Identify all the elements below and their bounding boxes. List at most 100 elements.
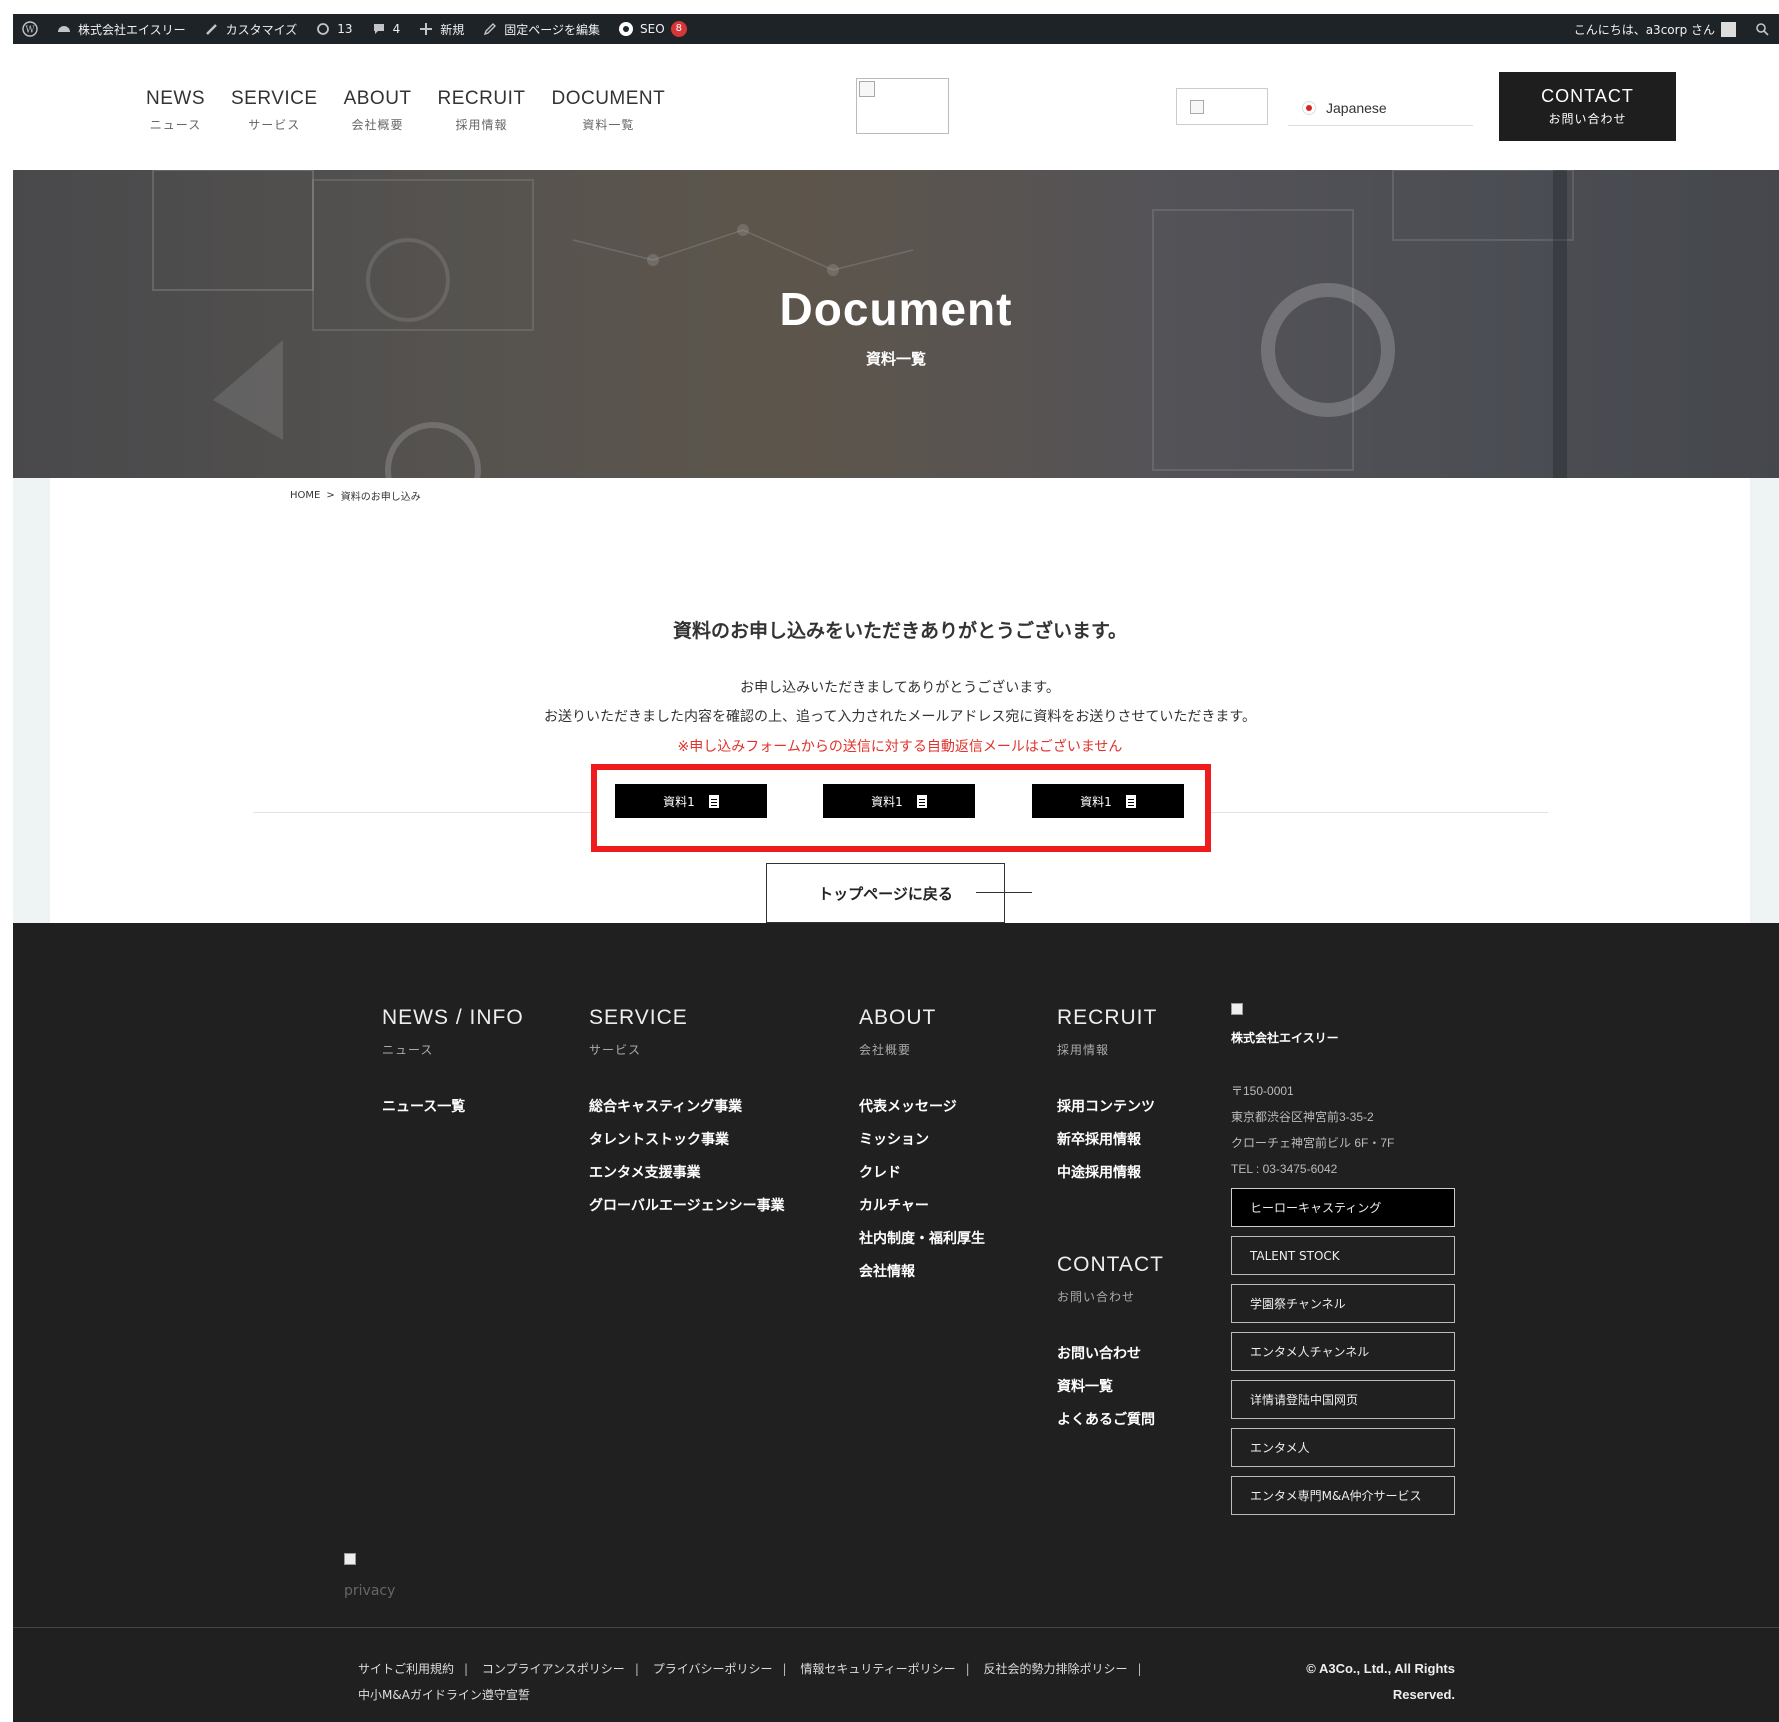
document-icon — [916, 794, 927, 808]
seo-label: SEO — [640, 22, 665, 36]
footer-policy-links: サイトご利用規約 | コンプライアンスポリシー | プライバシーポリシー | 情報セキ… — [358, 1656, 1218, 1708]
document-button-label: 資料1 — [1080, 794, 1112, 809]
footer-service-button[interactable]: ヒーローキャスティング — [1231, 1188, 1455, 1227]
footer-link[interactable]: 資料一覧 — [1057, 1376, 1164, 1396]
company-tel: TEL : 03-3475-6042 — [1231, 1162, 1338, 1176]
footer-link[interactable]: 中途採用情報 — [1057, 1162, 1157, 1182]
footer-link[interactable]: ニュース一覧 — [382, 1096, 524, 1116]
edit-page-menu[interactable]: 固定ページを編集 — [473, 14, 609, 44]
footer-service-button[interactable]: TALENT STOCK — [1231, 1236, 1455, 1275]
seo-count-badge: 8 — [670, 21, 688, 37]
footer-heading-en[interactable]: CONTACT — [1057, 1253, 1164, 1277]
plus-icon — [418, 21, 434, 37]
breadcrumb: HOME > 資料のお申し込み — [290, 488, 421, 503]
nav-label-ja: サービス — [248, 118, 301, 132]
new-content-menu[interactable]: 新規 — [409, 14, 473, 44]
footer-heading-en[interactable]: NEWS / INFO — [382, 1006, 524, 1030]
updates-menu[interactable]: 13 — [306, 14, 361, 44]
nav-label-ja: 会社概要 — [351, 118, 404, 132]
nav-label-en: ABOUT — [343, 88, 412, 109]
seo-menu[interactable]: SEO 8 — [609, 14, 696, 44]
footer-link[interactable]: 社内制度・福利厚生 — [859, 1228, 985, 1248]
wp-logo-menu[interactable]: W — [13, 14, 47, 44]
footer-link[interactable]: クレド — [859, 1162, 985, 1182]
footer-company-info: 株式会社エイスリー 〒150-0001 東京都渋谷区神宮前3-35-2 クローチ… — [1231, 1003, 1471, 1182]
page-gutter — [0, 0, 13, 1722]
updates-count: 13 — [337, 22, 353, 36]
my-account-menu[interactable]: こんにちは、a3corp さん — [1565, 14, 1745, 44]
header-banner-image[interactable] — [1176, 88, 1268, 125]
site-logo[interactable] — [856, 78, 949, 134]
document-download-button[interactable]: 資料1 — [1032, 784, 1184, 818]
footer-link[interactable]: 会社情報 — [859, 1261, 985, 1281]
site-name-menu[interactable]: 株式会社エイスリー — [47, 14, 195, 44]
footer-service-button[interactable]: 学園祭チャンネル — [1231, 1284, 1455, 1323]
footer-col-about: ABOUT 会社概要 代表メッセージ ミッション クレド カルチャー 社内制度・… — [859, 1006, 985, 1294]
footer-link[interactable]: エンタメ支援事業 — [589, 1162, 785, 1182]
footer-heading-en[interactable]: ABOUT — [859, 1006, 985, 1030]
page-title: Document — [779, 283, 1013, 335]
thanks-message-2: お送りいただきました内容を確認の上、追って入力されたメールアドレス宛に資料をお送… — [544, 709, 1256, 725]
main-content: HOME > 資料のお申し込み 資料のお申し込みをいただきありがとうございます。… — [50, 478, 1750, 923]
nav-item-about[interactable]: ABOUT 会社概要 — [344, 88, 412, 133]
privacy-mark-image[interactable]: privacy — [344, 1546, 404, 1599]
language-switcher[interactable]: Japanese — [1288, 90, 1473, 126]
broken-image-icon — [859, 81, 875, 97]
footer-link[interactable]: 総合キャスティング事業 — [589, 1096, 785, 1116]
policy-link-ma-guideline[interactable]: 中小M&Aガイドライン遵守宣誓 — [358, 1688, 530, 1702]
policy-link-terms[interactable]: サイトご利用規約 — [358, 1662, 454, 1676]
policy-link-compliance[interactable]: コンプライアンスポリシー — [482, 1662, 625, 1676]
nav-item-recruit[interactable]: RECRUIT 採用情報 — [438, 88, 526, 133]
footer-heading-en[interactable]: SERVICE — [589, 1006, 785, 1030]
nav-label-en: RECRUIT — [437, 88, 526, 109]
comments-count: 4 — [392, 22, 401, 36]
customize-menu[interactable]: カスタマイズ — [195, 14, 307, 44]
site-header: NEWS ニュース SERVICE サービス ABOUT 会社概要 RECRUI… — [13, 44, 1779, 170]
footer-link[interactable]: カルチャー — [859, 1195, 985, 1215]
refresh-icon — [315, 21, 331, 37]
policy-link-antisocial[interactable]: 反社会的勢力排除ポリシー — [983, 1662, 1127, 1676]
thanks-message-1: お申し込みいただきましてありがとうございます。 — [740, 680, 1060, 696]
search-icon — [1754, 21, 1770, 37]
greeting-label: こんにちは、a3corp さん — [1573, 22, 1715, 37]
footer-link[interactable]: ミッション — [859, 1129, 985, 1149]
footer-link[interactable]: 新卒採用情報 — [1057, 1129, 1157, 1149]
nav-label-en: NEWS — [146, 88, 205, 109]
broken-image-icon — [344, 1553, 356, 1565]
copyright-line1: © A3Co., Ltd., All Rights — [1306, 1661, 1455, 1676]
footer-heading-ja: 会社概要 — [859, 1043, 912, 1057]
back-to-top-button[interactable]: トップページに戻る — [766, 863, 1005, 923]
footer-heading-ja: ニュース — [382, 1043, 434, 1057]
privacy-alt-text: privacy — [344, 1583, 396, 1599]
footer-service-button[interactable]: エンタメ人 — [1231, 1428, 1455, 1467]
policy-link-privacy[interactable]: プライバシーポリシー — [653, 1662, 773, 1676]
nav-item-document[interactable]: DOCUMENT 資料一覧 — [551, 88, 665, 133]
footer-heading-en[interactable]: RECRUIT — [1057, 1006, 1157, 1030]
footer-link[interactable]: 代表メッセージ — [859, 1096, 985, 1116]
footer-link[interactable]: グローバルエージェンシー事業 — [589, 1195, 785, 1215]
footer-service-label: エンタメ専門M&A仲介サービス — [1250, 1489, 1422, 1503]
nav-item-news[interactable]: NEWS ニュース — [146, 88, 205, 133]
contact-button[interactable]: CONTACT お問い合わせ — [1499, 72, 1676, 141]
comments-menu[interactable]: 4 — [362, 14, 410, 44]
document-download-button[interactable]: 資料1 — [823, 784, 975, 818]
footer-service-button[interactable]: 详情请登陆中国网页 — [1231, 1380, 1455, 1419]
document-download-button[interactable]: 資料1 — [615, 784, 767, 818]
admin-search[interactable] — [1745, 14, 1779, 44]
breadcrumb-home[interactable]: HOME — [290, 490, 320, 501]
link-separator: | — [965, 1662, 970, 1676]
pencil-icon — [482, 21, 498, 37]
comment-icon — [371, 21, 387, 37]
nav-item-service[interactable]: SERVICE サービス — [231, 88, 318, 133]
policy-link-security[interactable]: 情報セキュリティーポリシー — [800, 1662, 955, 1676]
footer-link[interactable]: お問い合わせ — [1057, 1343, 1164, 1363]
footer-service-button[interactable]: エンタメ人チャンネル — [1231, 1332, 1455, 1371]
footer-link[interactable]: よくあるご質問 — [1057, 1409, 1164, 1429]
footer-heading-ja: サービス — [589, 1043, 642, 1057]
new-label: 新規 — [440, 22, 465, 37]
footer-service-button[interactable]: エンタメ専門M&A仲介サービス — [1231, 1476, 1455, 1515]
footer-link[interactable]: タレントストック事業 — [589, 1129, 785, 1149]
back-to-top-label: トップページに戻る — [818, 884, 953, 903]
footer-link[interactable]: 採用コンテンツ — [1057, 1096, 1157, 1116]
contact-label-ja: お問い合わせ — [1548, 112, 1627, 126]
